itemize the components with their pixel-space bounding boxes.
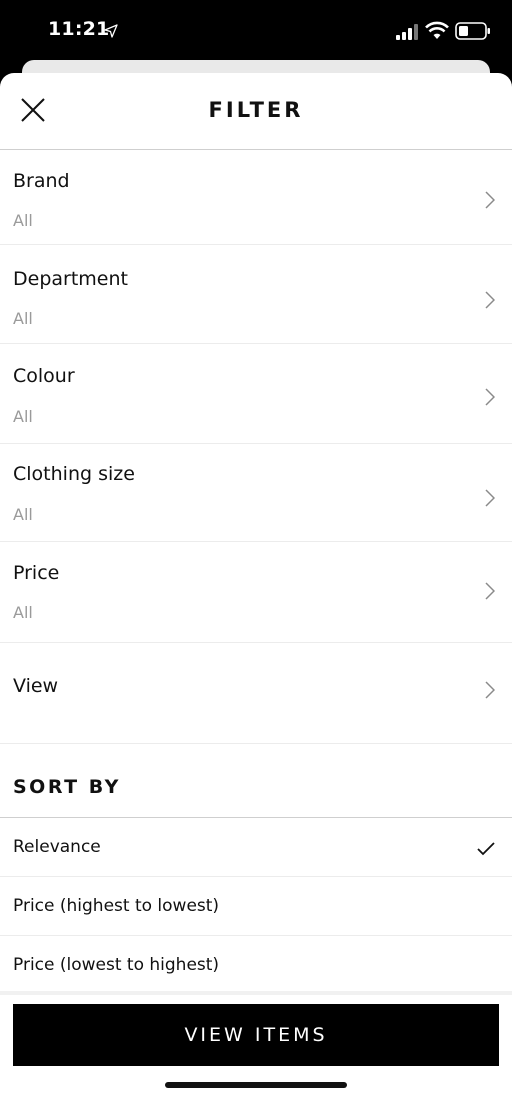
sort-option-label: Relevance — [13, 837, 101, 857]
filter-value: All — [13, 505, 33, 524]
sort-option-label: Price (lowest to highest) — [13, 955, 220, 975]
status-bar: 11:21 — [0, 0, 512, 62]
sort-option-relevance[interactable]: Relevance — [0, 818, 512, 877]
sort-title: SORT BY — [13, 776, 121, 798]
filter-value: All — [13, 603, 33, 622]
chevron-right-icon — [485, 388, 495, 406]
filter-label: View — [13, 675, 59, 697]
screen: 11:21 FILTER Brand All Department All Co… — [0, 0, 512, 1109]
location-arrow-icon — [104, 24, 118, 38]
chevron-right-icon — [485, 582, 495, 600]
filter-row-price[interactable]: Price All — [0, 542, 512, 643]
footer-bar: VIEW ITEMS — [0, 991, 512, 1109]
filter-row-brand[interactable]: Brand All — [0, 150, 512, 245]
view-items-button[interactable]: VIEW ITEMS — [13, 1004, 499, 1066]
chevron-right-icon — [485, 681, 495, 699]
filter-sheet: FILTER Brand All Department All Colour A… — [0, 73, 512, 1109]
filter-value: All — [13, 211, 33, 230]
chevron-right-icon — [485, 191, 495, 209]
filter-label: Brand — [13, 170, 70, 192]
battery-icon — [455, 22, 490, 40]
sheet-header: FILTER — [0, 73, 512, 150]
filter-row-department[interactable]: Department All — [0, 245, 512, 344]
sort-header: SORT BY — [0, 744, 512, 818]
filter-row-view[interactable]: View — [0, 643, 512, 744]
filter-label: Colour — [13, 365, 75, 387]
filter-row-colour[interactable]: Colour All — [0, 344, 512, 444]
chevron-right-icon — [485, 489, 495, 507]
filter-label: Price — [13, 562, 60, 584]
filter-label: Clothing size — [13, 463, 135, 485]
status-time: 11:21 — [48, 18, 110, 40]
cellular-signal-icon — [396, 24, 418, 40]
filter-value: All — [13, 407, 33, 426]
filter-row-clothing-size[interactable]: Clothing size All — [0, 444, 512, 542]
sort-option-price-asc[interactable]: Price (lowest to highest) — [0, 936, 512, 995]
filter-value: All — [13, 309, 33, 328]
filter-label: Department — [13, 268, 128, 290]
sort-option-price-desc[interactable]: Price (highest to lowest) — [0, 877, 512, 936]
wifi-icon — [425, 21, 449, 39]
checkmark-icon — [477, 842, 495, 856]
chevron-right-icon — [485, 291, 495, 309]
page-title: FILTER — [208, 98, 304, 122]
home-indicator — [165, 1082, 347, 1088]
sort-option-label: Price (highest to lowest) — [13, 896, 220, 916]
